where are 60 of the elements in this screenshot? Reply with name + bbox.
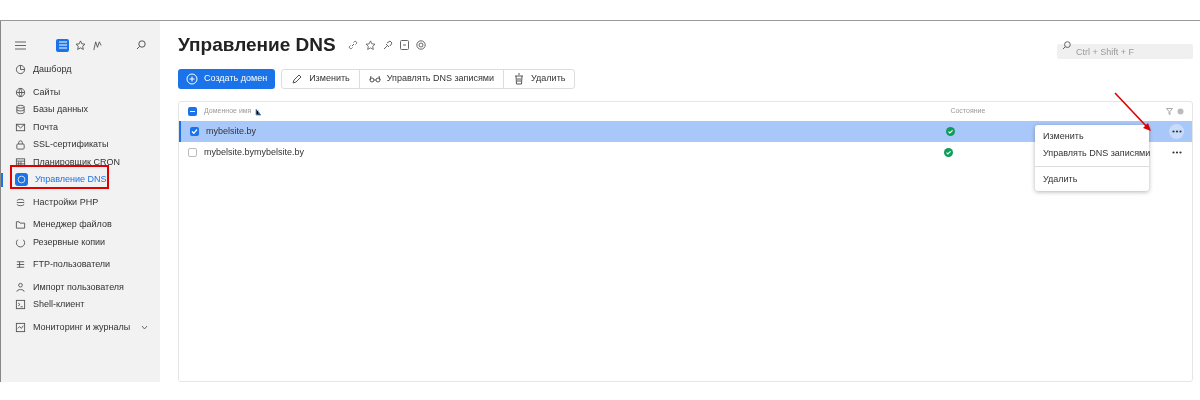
sidebar-item[interactable]: Настройки PHP bbox=[33, 195, 99, 209]
select-all-checkbox[interactable] bbox=[188, 107, 197, 116]
envelope-icon bbox=[15, 121, 26, 133]
sidebar-item[interactable]: Управление DNS bbox=[35, 173, 107, 187]
ellipsis-icon bbox=[1171, 130, 1182, 133]
sidebar-item[interactable]: Дашборд bbox=[33, 63, 72, 77]
gear-icon[interactable] bbox=[415, 40, 426, 50]
star-icon[interactable] bbox=[75, 39, 86, 51]
sidebar-item[interactable]: SSL-сертификаты bbox=[33, 138, 109, 152]
pie-chart-icon bbox=[15, 64, 26, 76]
annotation-arrow bbox=[1114, 92, 1152, 132]
sidebar-item[interactable]: FTP-пользователи bbox=[33, 258, 111, 272]
chart-window-icon bbox=[15, 321, 26, 333]
sidebar-item[interactable]: Импорт пользователя bbox=[33, 280, 124, 294]
glasses-icon bbox=[368, 73, 381, 85]
user-icon bbox=[15, 281, 26, 293]
globe-icon bbox=[15, 86, 26, 98]
pin-icon[interactable] bbox=[382, 40, 393, 50]
sort-icon[interactable] bbox=[255, 107, 263, 116]
sidebar-item[interactable]: Почта bbox=[33, 120, 58, 134]
sidebar-item[interactable]: Shell-клиент bbox=[33, 298, 85, 312]
chevron-icon[interactable] bbox=[141, 324, 148, 330]
sidebar-item[interactable]: Базы данных bbox=[33, 103, 89, 117]
sidebar-item[interactable]: Мониторинг и журналы bbox=[33, 320, 131, 334]
terminal-icon bbox=[15, 299, 26, 311]
table-cell-text: mybelsite.by bbox=[206, 124, 258, 138]
toolbar-button[interactable]: Удалить bbox=[503, 70, 575, 88]
star-icon[interactable] bbox=[364, 39, 376, 51]
database-icon bbox=[15, 104, 26, 116]
search-icon[interactable] bbox=[136, 40, 146, 50]
document-icon[interactable] bbox=[399, 40, 409, 50]
trash-icon bbox=[513, 73, 526, 85]
sidebar-item[interactable]: Менеджер файлов bbox=[33, 218, 112, 232]
calendar-icon bbox=[15, 156, 26, 168]
plus-circle-icon bbox=[186, 73, 198, 85]
sidebar-item[interactable]: Сайты bbox=[33, 85, 61, 99]
page-title: Управление DNS bbox=[178, 32, 336, 57]
toolbar-button[interactable]: Управлять DNS записями bbox=[358, 70, 504, 88]
filter-icon[interactable] bbox=[1166, 108, 1173, 115]
sidebar-item[interactable]: Резервные копии bbox=[33, 235, 106, 249]
link-icon[interactable] bbox=[347, 40, 358, 50]
lock-icon bbox=[15, 139, 26, 151]
checkbox[interactable] bbox=[188, 148, 197, 157]
ellipsis-icon bbox=[1171, 151, 1182, 154]
folder-icon bbox=[15, 219, 26, 231]
menu-item[interactable]: Управлять DNS записями bbox=[1035, 145, 1149, 162]
dns-icon bbox=[15, 173, 28, 187]
create-domain-button[interactable]: Создать домен bbox=[178, 69, 276, 89]
menu-item[interactable]: Удалить bbox=[1035, 171, 1149, 188]
more-button[interactable] bbox=[1169, 124, 1184, 139]
search-icon bbox=[1062, 40, 1071, 50]
active-indicator bbox=[1, 173, 3, 187]
search-field[interactable]: Ctrl + Shift + F bbox=[1057, 44, 1193, 59]
sidebar-item[interactable]: Планировщик CRON bbox=[33, 155, 120, 169]
menu-icon[interactable] bbox=[15, 40, 26, 50]
pencil-icon bbox=[291, 73, 304, 85]
menu-item[interactable]: Изменить bbox=[1035, 128, 1149, 145]
table-cell-text: mybelsite.bymybelsite.by bbox=[204, 145, 306, 159]
toolbar-button[interactable]: Изменить bbox=[282, 70, 359, 88]
list-icon[interactable] bbox=[56, 38, 69, 52]
